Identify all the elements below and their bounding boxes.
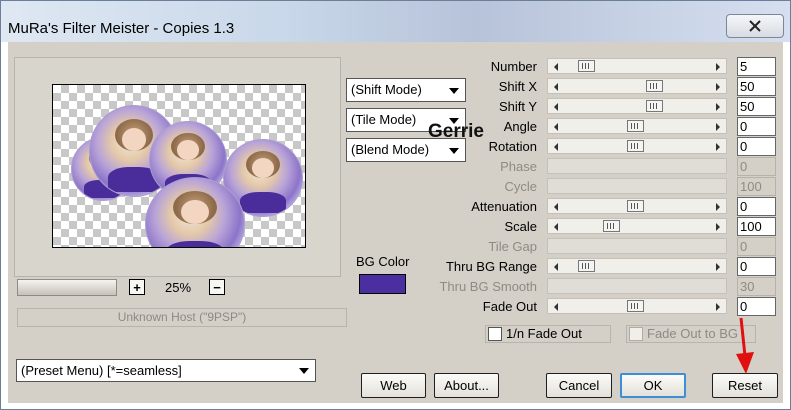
arrow-left-icon[interactable] xyxy=(554,63,558,71)
param-value-field: 30 xyxy=(737,277,776,296)
close-icon xyxy=(749,20,761,32)
arrow-left-icon[interactable] xyxy=(554,103,558,111)
param-label: Attenuation xyxy=(471,199,537,214)
param-slider xyxy=(547,238,727,254)
checkbox-label: Fade Out to BG xyxy=(647,326,739,341)
param-value-field: 0 xyxy=(737,237,776,256)
param-row-tile-gap: Tile Gap 0 xyxy=(0,237,791,257)
arrow-right-icon[interactable] xyxy=(716,203,720,211)
arrow-right-icon[interactable] xyxy=(716,123,720,131)
window-title: MuRa's Filter Meister - Copies 1.3 xyxy=(8,20,235,37)
param-slider[interactable] xyxy=(547,298,727,314)
param-slider[interactable] xyxy=(547,78,727,94)
arrow-left-icon[interactable] xyxy=(554,143,558,151)
param-slider[interactable] xyxy=(547,258,727,274)
param-row-shift-y: Shift Y 50 xyxy=(0,97,791,117)
param-row-shift-x: Shift X 50 xyxy=(0,77,791,97)
param-label: Rotation xyxy=(488,139,537,154)
slider-thumb[interactable] xyxy=(627,140,644,152)
slider-thumb[interactable] xyxy=(578,260,595,272)
param-value-field[interactable]: 0 xyxy=(737,297,776,316)
param-value-field[interactable]: 0 xyxy=(737,137,776,156)
checkbox-box[interactable] xyxy=(488,327,502,341)
param-slider[interactable] xyxy=(547,218,727,234)
arrow-left-icon[interactable] xyxy=(554,223,558,231)
chevron-down-icon xyxy=(299,368,309,374)
slider-thumb[interactable] xyxy=(627,120,644,132)
param-slider[interactable] xyxy=(547,58,727,74)
param-value-field[interactable]: 100 xyxy=(737,217,776,236)
param-label: Phase xyxy=(500,159,537,174)
param-label: Angle xyxy=(503,119,537,134)
slider-thumb[interactable] xyxy=(646,100,663,112)
param-row-cycle: Cycle 100 xyxy=(0,177,791,197)
preset-menu-dropdown[interactable]: (Preset Menu) [*=seamless] xyxy=(16,359,316,382)
arrow-left-icon[interactable] xyxy=(554,123,558,131)
param-row-attenuation: Attenuation 0 xyxy=(0,197,791,217)
arrow-left-icon[interactable] xyxy=(554,83,558,91)
arrow-left-icon[interactable] xyxy=(554,263,558,271)
param-label: Number xyxy=(490,59,537,74)
slider-thumb[interactable] xyxy=(646,80,663,92)
slider-thumb[interactable] xyxy=(603,220,620,232)
param-label: Thru BG Smooth xyxy=(439,279,537,294)
arrow-right-icon[interactable] xyxy=(716,303,720,311)
param-slider[interactable] xyxy=(547,198,727,214)
slider-thumb[interactable] xyxy=(578,60,595,72)
arrow-right-icon[interactable] xyxy=(716,263,720,271)
checkbox-label: 1/n Fade Out xyxy=(506,326,582,341)
title-bar: MuRa's Filter Meister - Copies 1.3 xyxy=(0,0,791,42)
param-slider xyxy=(547,158,727,174)
arrow-right-icon[interactable] xyxy=(716,63,720,71)
param-label: Shift X xyxy=(498,79,537,94)
param-label: Shift Y xyxy=(498,99,537,114)
preset-menu-value: (Preset Menu) [*=seamless] xyxy=(21,363,182,378)
param-row-angle: Angle 0 xyxy=(0,117,791,137)
param-slider[interactable] xyxy=(547,98,727,114)
about-button[interactable]: About... xyxy=(434,373,499,398)
param-slider[interactable] xyxy=(547,138,727,154)
cancel-button[interactable]: Cancel xyxy=(546,373,612,398)
param-row-rotation: Rotation 0 xyxy=(0,137,791,157)
param-row-phase: Phase 0 xyxy=(0,157,791,177)
param-slider xyxy=(547,178,727,194)
param-label: Scale xyxy=(504,219,537,234)
arrow-right-icon[interactable] xyxy=(716,83,720,91)
param-slider xyxy=(547,278,727,294)
red-arrow-icon xyxy=(736,317,754,374)
param-value-field: 100 xyxy=(737,177,776,196)
checkbox-box[interactable] xyxy=(629,327,643,341)
param-label: Thru BG Range xyxy=(445,259,537,274)
param-row-number: Number 5 xyxy=(0,57,791,77)
param-row-fade-out: Fade Out 0 xyxy=(0,297,791,317)
arrow-right-icon[interactable] xyxy=(716,143,720,151)
close-button[interactable] xyxy=(726,14,784,38)
arrow-right-icon[interactable] xyxy=(716,223,720,231)
arrow-left-icon[interactable] xyxy=(554,203,558,211)
param-value-field[interactable]: 50 xyxy=(737,77,776,96)
param-value-field[interactable]: 50 xyxy=(737,97,776,116)
slider-thumb[interactable] xyxy=(627,300,644,312)
param-row-scale: Scale 100 xyxy=(0,217,791,237)
param-row-thru-bg-range: Thru BG Range 0 xyxy=(0,257,791,277)
web-button[interactable]: Web xyxy=(361,373,426,398)
arrow-left-icon[interactable] xyxy=(554,303,558,311)
param-label: Fade Out xyxy=(482,299,537,314)
param-value-field: 0 xyxy=(737,157,776,176)
param-value-field[interactable]: 0 xyxy=(737,197,776,216)
ok-button[interactable]: OK xyxy=(620,373,686,398)
param-value-field[interactable]: 0 xyxy=(737,257,776,276)
arrow-right-icon[interactable] xyxy=(716,103,720,111)
param-label: Tile Gap xyxy=(488,239,537,254)
one-n-fade-out-checkbox[interactable]: 1/n Fade Out xyxy=(485,325,611,343)
param-value-field[interactable]: 5 xyxy=(737,57,776,76)
param-row-thru-bg-smooth: Thru BG Smooth 30 xyxy=(0,277,791,297)
param-value-field[interactable]: 0 xyxy=(737,117,776,136)
slider-thumb[interactable] xyxy=(627,200,644,212)
param-label: Cycle xyxy=(504,179,537,194)
param-slider[interactable] xyxy=(547,118,727,134)
